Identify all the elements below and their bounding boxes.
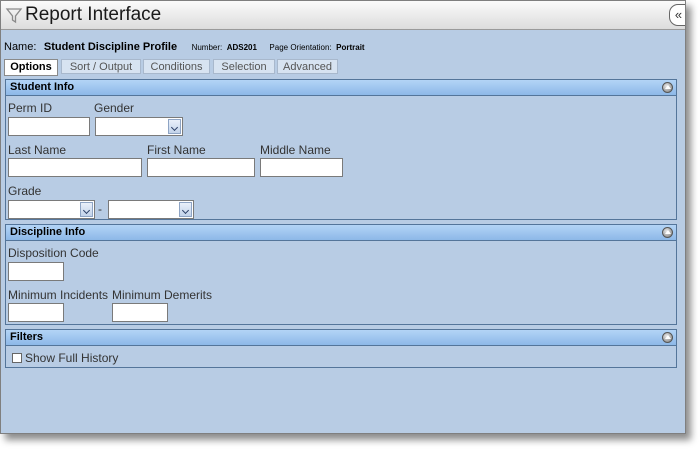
disposition-code-input[interactable] [8, 262, 64, 281]
discipline-info-section: Discipline Info Disposition Code Minimum… [5, 224, 677, 325]
page-orientation-label: Page Orientation: [269, 43, 332, 52]
tab-advanced[interactable]: Advanced [277, 59, 338, 74]
collapse-up-icon[interactable] [662, 332, 673, 343]
min-incidents-input[interactable] [8, 303, 64, 322]
show-full-history-label[interactable]: Show Full History [25, 351, 118, 365]
section-title: Filters [10, 331, 44, 343]
section-title: Discipline Info [10, 226, 86, 238]
student-info-section: Student Info Perm ID Gender Last Name Fi… [5, 79, 677, 220]
gender-select[interactable] [95, 117, 183, 136]
last-name-input[interactable] [8, 158, 142, 177]
report-name-label: Name: [4, 41, 37, 53]
report-info-bar: Name: Student Discipline Profile Number:… [4, 37, 373, 55]
funnel-icon [5, 6, 23, 24]
show-full-history-checkbox[interactable] [12, 353, 22, 363]
report-number-label: Number: [191, 43, 223, 52]
perm-id-input[interactable] [8, 117, 90, 136]
perm-id-label: Perm ID [8, 101, 53, 115]
gender-label: Gender [94, 101, 135, 115]
grade-from-select[interactable] [8, 200, 95, 219]
min-demerits-label: Minimum Demerits [112, 288, 213, 302]
chevron-down-icon[interactable] [168, 119, 181, 134]
collapse-panel-button[interactable]: « [669, 4, 685, 26]
chevron-down-icon[interactable] [80, 202, 93, 217]
filters-section: Filters Show Full History [5, 329, 677, 368]
collapse-up-icon[interactable] [662, 82, 673, 93]
section-title: Student Info [10, 81, 75, 93]
grade-label: Grade [8, 184, 42, 198]
page-orientation-value: Portrait [336, 43, 365, 52]
discipline-info-header[interactable]: Discipline Info [6, 225, 676, 241]
title-bar: Report Interface « [1, 1, 685, 30]
last-name-label: Last Name [8, 143, 67, 157]
tab-conditions[interactable]: Conditions [143, 59, 210, 74]
middle-name-label: Middle Name [260, 143, 331, 157]
grade-to-select[interactable] [108, 200, 194, 219]
tab-selection[interactable]: Selection [213, 59, 275, 74]
student-info-header[interactable]: Student Info [6, 80, 676, 96]
min-demerits-input[interactable] [112, 303, 168, 322]
chevron-down-icon[interactable] [179, 202, 192, 217]
filters-header[interactable]: Filters [6, 330, 676, 346]
first-name-input[interactable] [147, 158, 255, 177]
disposition-code-label: Disposition Code [8, 246, 99, 260]
window-title: Report Interface [25, 4, 162, 25]
min-incidents-label: Minimum Incidents [8, 288, 109, 302]
grade-range-separator: - [98, 202, 102, 216]
first-name-label: First Name [147, 143, 206, 157]
middle-name-input[interactable] [260, 158, 343, 177]
report-name-value: Student Discipline Profile [43, 41, 178, 53]
report-number-value: ADS201 [226, 43, 257, 52]
report-interface-window: Report Interface « Name: Student Discipl… [0, 0, 686, 434]
tab-sort-output[interactable]: Sort / Output [61, 59, 141, 74]
tab-options[interactable]: Options [4, 59, 58, 76]
collapse-up-icon[interactable] [662, 227, 673, 238]
